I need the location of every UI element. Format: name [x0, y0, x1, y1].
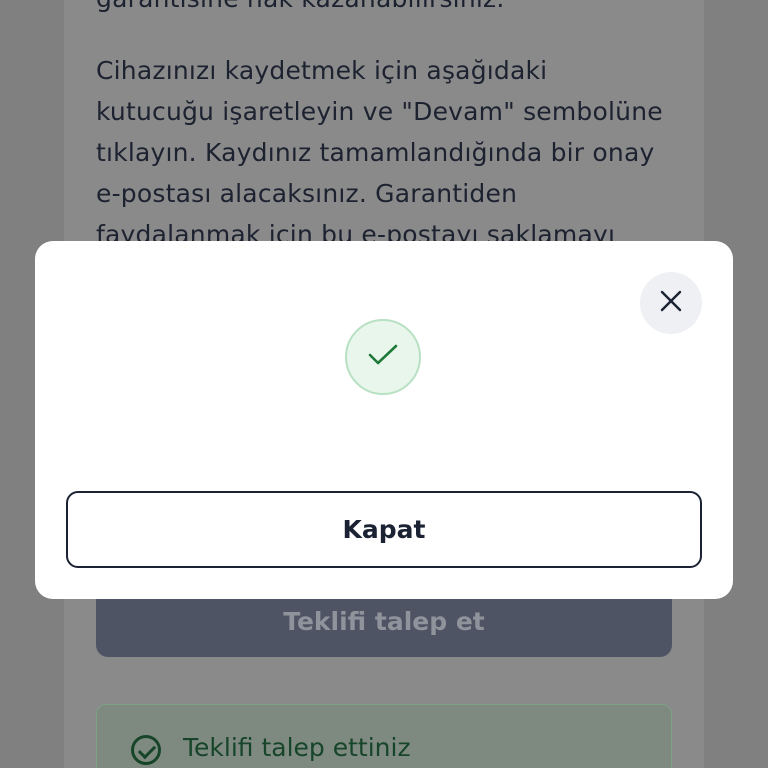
- success-modal: Kapat: [35, 241, 733, 599]
- paragraph-line: Cihazınızı kaydetmek için aşağıdaki: [96, 56, 548, 85]
- paragraph-line: kutucuğu işaretleyin ve "Devam" sembolün…: [96, 97, 663, 126]
- paragraph-line: e-postası alacaksınız. Garantiden: [96, 179, 518, 208]
- check-circle-icon: [131, 735, 161, 765]
- status-box: Teklifi talep ettiniz: [96, 704, 672, 768]
- close-icon: [660, 290, 682, 316]
- kapat-button[interactable]: Kapat: [66, 491, 702, 568]
- partial-text: garantisine hak kazanabilirsiniz.: [96, 0, 505, 13]
- close-button[interactable]: [640, 272, 702, 334]
- check-icon: [367, 343, 399, 371]
- partial-text-line: garantisine hak kazanabilirsiniz.: [96, 0, 676, 19]
- request-offer-label: Teklifi talep et: [283, 606, 485, 636]
- kapat-label: Kapat: [342, 515, 426, 544]
- registration-paragraph: Cihazınızı kaydetmek için aşağıdaki kutu…: [96, 50, 676, 255]
- success-badge: [345, 319, 421, 395]
- paragraph-line: tıklayın. Kaydınız tamamlandığında bir o…: [96, 138, 655, 167]
- status-text: Teklifi talep ettiniz: [183, 733, 411, 762]
